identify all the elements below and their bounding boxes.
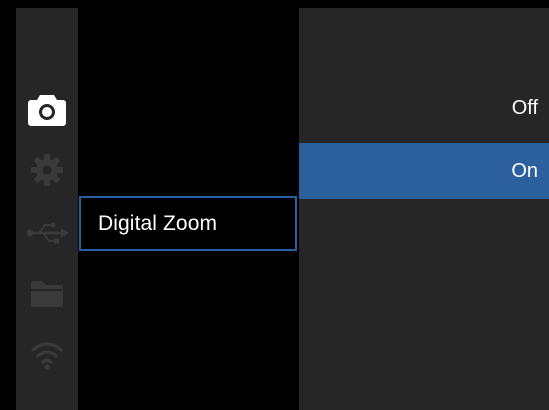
- option-off[interactable]: Off: [299, 80, 549, 136]
- option-panel: Off On: [299, 8, 549, 410]
- option-label: Off: [511, 96, 538, 119]
- wifi-icon[interactable]: [16, 334, 78, 374]
- gear-icon[interactable]: [16, 150, 78, 190]
- usb-icon[interactable]: [16, 213, 78, 253]
- category-sidebar: [16, 8, 78, 410]
- option-on[interactable]: On: [299, 143, 549, 199]
- camera-menu-screen: Digital Zoom Off On: [0, 0, 549, 410]
- menu-item-label: Digital Zoom: [98, 211, 218, 235]
- menu-item-digital-zoom[interactable]: Digital Zoom: [79, 196, 297, 251]
- option-label: On: [511, 159, 538, 182]
- camera-icon[interactable]: [16, 90, 78, 130]
- folder-icon[interactable]: [16, 274, 78, 314]
- menu-list: Digital Zoom: [78, 8, 299, 410]
